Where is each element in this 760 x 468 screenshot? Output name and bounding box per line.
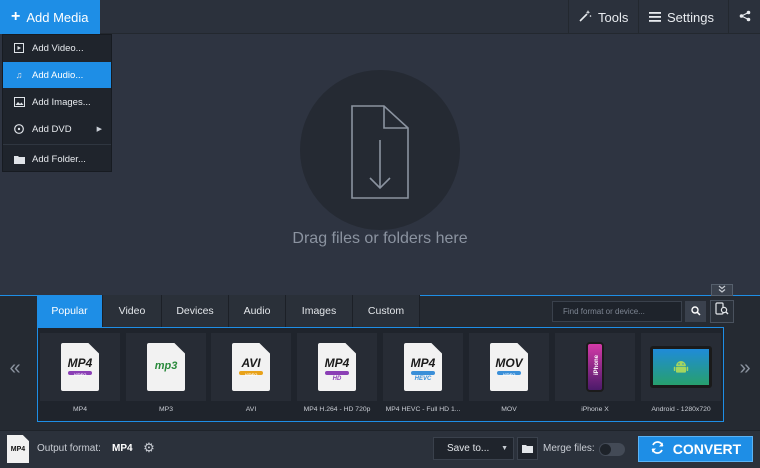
format-tile-mp4-h264[interactable]: MP4 HD MP4 H.264 - HD 720p [297, 333, 377, 417]
drop-zone[interactable] [300, 70, 460, 230]
device-search-icon [715, 302, 729, 321]
dvd-icon [13, 124, 25, 134]
format-tile-android[interactable]: Android - 1280x720 [641, 333, 721, 417]
open-folder-button[interactable] [517, 437, 538, 460]
format-label: MOV [501, 406, 517, 413]
format-tile-mp4[interactable]: MP4 VIDEO MP4 [40, 333, 120, 417]
chevron-right-icon: ▶ [96, 126, 102, 133]
file-download-icon [351, 105, 409, 199]
tab-video[interactable]: Video [103, 295, 162, 327]
output-format-label: Output format: [37, 443, 101, 454]
android-icon [673, 361, 689, 373]
menu-item-add-images[interactable]: Add Images... [3, 89, 111, 115]
format-tile-iphone-x[interactable]: iPhone iPhone X [555, 333, 635, 417]
format-search-input[interactable] [552, 301, 682, 322]
menu-item-add-video[interactable]: Add Video... [3, 35, 111, 61]
mp3-format-icon: mp3 [126, 333, 206, 401]
scroll-left-arrow[interactable]: « [1, 333, 29, 403]
android-tablet-icon [641, 333, 721, 401]
share-icon [739, 10, 751, 25]
folder-icon [522, 440, 533, 458]
format-label: MP4 HEVC - Full HD 1... [385, 406, 461, 413]
tab-images[interactable]: Images [286, 295, 353, 327]
tab-popular[interactable]: Popular [37, 295, 103, 327]
format-tile-mov[interactable]: MOV VIDEO MOV [469, 333, 549, 417]
search-icon [690, 303, 701, 321]
menu-item-add-audio[interactable]: ♫ Add Audio... [3, 62, 111, 88]
mov-format-icon: MOV VIDEO [469, 333, 549, 401]
menu-item-label: Add Images... [32, 96, 91, 108]
add-media-menu: Add Video... ♫ Add Audio... Add Images..… [2, 34, 112, 172]
music-note-icon: ♫ [15, 70, 23, 80]
settings-button[interactable]: Settings [638, 0, 726, 34]
image-icon [13, 97, 25, 107]
plus-icon: + [11, 8, 21, 25]
scroll-right-arrow[interactable]: » [731, 333, 759, 403]
tab-custom[interactable]: Custom [353, 295, 420, 327]
mp4-hevc-format-icon: MP4 HEVC [383, 333, 463, 401]
format-tabs: Popular Video Devices Audio Images Custo… [37, 295, 420, 327]
menu-divider [3, 144, 111, 145]
tab-audio[interactable]: Audio [229, 295, 286, 327]
tools-label: Tools [598, 9, 629, 25]
merge-files-toggle[interactable] [599, 443, 625, 456]
format-label: MP3 [159, 406, 173, 413]
hamburger-icon [649, 10, 661, 25]
device-detect-button[interactable] [710, 300, 734, 323]
drop-hint-text: Drag files or folders here [292, 230, 468, 247]
add-media-label: Add Media [26, 9, 89, 25]
magic-wand-icon [579, 9, 592, 25]
format-label: Android - 1280x720 [651, 406, 711, 413]
video-icon [13, 43, 25, 53]
format-label: AVI [245, 406, 257, 413]
menu-item-label: Add Audio... [32, 69, 84, 81]
folder-icon [13, 154, 25, 164]
add-media-button[interactable]: + Add Media [0, 0, 100, 34]
format-label: MP4 H.264 - HD 720p [303, 406, 371, 413]
format-tile-avi[interactable]: AVI VIDEO AVI [211, 333, 291, 417]
menu-item-label: Add Video... [32, 42, 84, 54]
menu-item-label: Add Folder... [32, 153, 86, 165]
save-to-label: Save to... [447, 443, 490, 454]
gear-icon[interactable]: ⚙ [141, 440, 157, 456]
double-chevron-down-icon [717, 285, 727, 295]
tools-button[interactable]: Tools [568, 0, 633, 34]
format-label: MP4 [73, 406, 87, 413]
format-tile-mp3[interactable]: mp3 MP3 [126, 333, 206, 417]
mp4-format-icon: MP4 VIDEO [40, 333, 120, 401]
convert-label: CONVERT [672, 441, 742, 457]
menu-item-add-folder[interactable]: Add Folder... [3, 146, 111, 172]
menu-item-add-dvd[interactable]: Add DVD ▶ [3, 116, 111, 142]
convert-button[interactable]: CONVERT [638, 436, 753, 462]
output-format-value: MP4 [112, 443, 133, 454]
share-button[interactable] [728, 0, 760, 34]
iphone-icon: iPhone [555, 333, 635, 401]
output-format-icon: MP4 [7, 435, 29, 463]
caret-down-icon: ▼ [501, 445, 508, 452]
format-tile-mp4-hevc[interactable]: MP4 HEVC MP4 HEVC - Full HD 1... [383, 333, 463, 417]
menu-item-label: Add DVD [32, 123, 72, 135]
search-button[interactable] [685, 301, 706, 322]
save-to-button[interactable]: Save to... ▼ [433, 437, 514, 460]
refresh-icon [650, 440, 665, 458]
mp4-hd-format-icon: MP4 HD [297, 333, 377, 401]
avi-format-icon: AVI VIDEO [211, 333, 291, 401]
settings-label: Settings [667, 9, 714, 25]
tab-devices[interactable]: Devices [162, 295, 229, 327]
merge-files-label: Merge files: [543, 443, 595, 454]
format-label: iPhone X [581, 406, 609, 413]
collapse-panel-button[interactable] [711, 284, 733, 296]
